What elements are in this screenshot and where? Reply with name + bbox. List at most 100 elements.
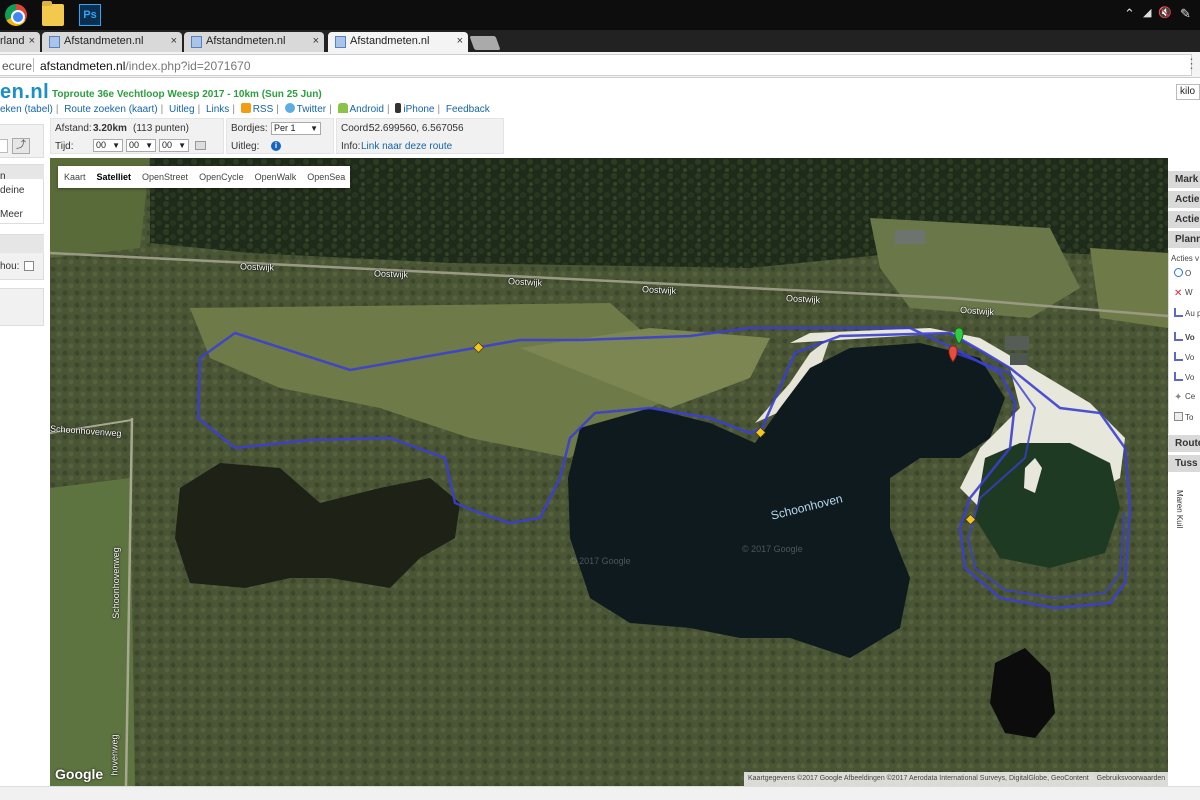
browser-tab-strip: rland × Afstandmeten.nl × Afstandmeten.n… [0, 30, 1200, 52]
omnibox[interactable]: ecure afstandmeten.nl/index.php?id=20716… [0, 54, 1192, 76]
sidebar-list-item[interactable]: n [0, 171, 6, 182]
rss-icon [240, 103, 251, 113]
planning-action[interactable]: O [1169, 268, 1200, 278]
map-type-kaart[interactable]: Kaart [58, 166, 91, 188]
nav-links[interactable]: Links [206, 104, 229, 115]
google-logo: Google [55, 766, 104, 782]
browser-menu-icon[interactable]: ⋮ [1185, 56, 1198, 72]
nav-iphone[interactable]: iPhone [403, 104, 434, 115]
coord-value: 52.699560, 6.567056 [369, 123, 464, 134]
markers-cell: Bordjes: Per 1 ▼ Uitleg: i [226, 118, 334, 154]
road-label: Oostwijk [641, 284, 677, 296]
site-logo[interactable]: en.nl [0, 81, 49, 104]
tab-close-icon[interactable]: × [313, 35, 319, 47]
security-indicator[interactable]: ecure [2, 59, 32, 73]
sidebar-options-panel: hou: [0, 234, 44, 280]
browser-tab-4-active[interactable]: Afstandmeten.nl × [328, 32, 468, 52]
tab-close-icon[interactable]: × [29, 35, 35, 47]
section-route[interactable]: Route [1168, 434, 1200, 452]
time-label: Tijd: [55, 141, 74, 152]
planning-title: Acties v [1171, 254, 1200, 263]
sidebar-list-panel: n deine Meer [0, 164, 44, 224]
chrome-icon[interactable] [5, 4, 27, 26]
tab-close-icon[interactable]: × [171, 35, 177, 47]
tab-title: Afstandmeten.nl [206, 35, 286, 47]
map-type-openwalk[interactable]: OpenWalk [249, 166, 302, 188]
tab-title: rland [0, 35, 25, 47]
section-intermediate[interactable]: Tuss [1168, 454, 1200, 472]
planning-action[interactable]: ✕ W [1169, 288, 1200, 298]
sidebar-option-checkbox[interactable] [24, 261, 34, 271]
info-icon[interactable]: i [271, 141, 281, 151]
nav-android[interactable]: Android [350, 104, 384, 115]
markers-label: Bordjes: [231, 123, 268, 134]
pen-icon[interactable]: ✎ [1180, 6, 1191, 22]
undo-icon [1174, 268, 1183, 277]
omnibox-separator [33, 58, 34, 72]
map-type-satelliet[interactable]: Satelliet [91, 166, 137, 188]
planning-action[interactable]: To [1169, 412, 1200, 422]
browser-tab-3[interactable]: Afstandmeten.nl × [184, 32, 324, 52]
left-sidebar: ⤴ n deine Meer hou: [0, 116, 48, 326]
nav-feedback[interactable]: Feedback [446, 104, 490, 115]
distance-points: (113 punten) [133, 123, 189, 134]
map-imagery[interactable] [50, 158, 1168, 786]
time-seconds-select[interactable]: 00 ▼ [159, 139, 189, 152]
markers-select[interactable]: Per 1 ▼ [271, 122, 321, 135]
route-icon [1174, 352, 1183, 361]
planning-action[interactable]: ✦ Ce [1169, 392, 1200, 402]
map-type-openstreet[interactable]: OpenStreet [136, 166, 193, 188]
url-path: /index.php?id=2071670 [125, 59, 251, 73]
sidebar-list-item[interactable]: Meer [0, 209, 23, 220]
nav-twitter[interactable]: Twitter [297, 104, 326, 115]
sidebar-search-input[interactable] [0, 139, 8, 153]
volume-muted-icon[interactable]: 🔇 [1158, 6, 1172, 19]
section-markers[interactable]: Mark [1168, 170, 1200, 188]
android-icon [337, 103, 348, 113]
tab-close-icon[interactable]: × [457, 35, 463, 47]
distance-unit-select[interactable]: kilo [1176, 84, 1200, 100]
browser-tab-2[interactable]: Afstandmeten.nl × [42, 32, 182, 52]
distance-label: Afstand: [55, 123, 92, 134]
url-text[interactable]: afstandmeten.nl/index.php?id=2071670 [40, 59, 251, 73]
browser-tab-1[interactable]: rland × [0, 32, 40, 52]
planning-action[interactable]: Vo [1169, 352, 1200, 362]
terms-link[interactable]: Gebruiksvoorwaarden [1097, 775, 1165, 782]
road-label: Oostwijk [239, 261, 275, 273]
nav-route-search-map[interactable]: Route zoeken (kaart) [64, 104, 157, 115]
planning-action[interactable]: Vo [1169, 372, 1200, 382]
road-label: Oostwijk [507, 276, 543, 288]
section-actions-2[interactable]: Actie [1168, 210, 1200, 228]
section-planning[interactable]: Plann [1168, 230, 1200, 248]
sidebar-search-panel: ⤴ [0, 124, 44, 158]
file-explorer-icon[interactable] [42, 1, 64, 26]
tab-title: Afstandmeten.nl [64, 35, 144, 47]
nav-explanation[interactable]: Uitleg [169, 104, 195, 115]
page-favicon-icon [49, 36, 60, 48]
permalink-link[interactable]: Link naar deze route [361, 141, 452, 152]
nav-rss[interactable]: RSS [253, 104, 274, 115]
sidebar-search-button[interactable]: ⤴ [12, 138, 30, 154]
calculator-icon[interactable] [195, 141, 206, 150]
center-icon: ✦ [1174, 392, 1183, 403]
sidebar-list-item[interactable]: deine [0, 185, 24, 196]
planning-action[interactable]: Au pla [1169, 308, 1200, 318]
time-minutes-select[interactable]: 00 ▼ [126, 139, 156, 152]
section-actions-1[interactable]: Actie [1168, 190, 1200, 208]
sidebar-list-header [0, 165, 44, 179]
network-icon[interactable]: ◢ [1143, 6, 1151, 19]
new-tab-button[interactable] [469, 36, 501, 50]
satellite-map[interactable]: Kaart Satelliet OpenStreet OpenCycle Ope… [50, 158, 1168, 786]
map-watermark: © 2017 Google [742, 544, 803, 554]
tray-chevron-icon[interactable]: ⌃ [1124, 6, 1135, 22]
nav-route-search-table[interactable]: eken (tabel) [0, 104, 53, 115]
map-type-control: Kaart Satelliet OpenStreet OpenCycle Ope… [58, 166, 351, 188]
planning-action[interactable]: Vo [1169, 332, 1200, 342]
delete-icon: ✕ [1174, 288, 1183, 299]
sidebar-option-label: hou: [0, 261, 20, 272]
map-type-opensea[interactable]: OpenSea [301, 166, 350, 188]
map-type-opencycle[interactable]: OpenCycle [193, 166, 249, 188]
twitter-icon [284, 103, 295, 113]
time-hours-select[interactable]: 00 ▼ [93, 139, 123, 152]
photoshop-icon[interactable]: Ps [79, 4, 101, 26]
